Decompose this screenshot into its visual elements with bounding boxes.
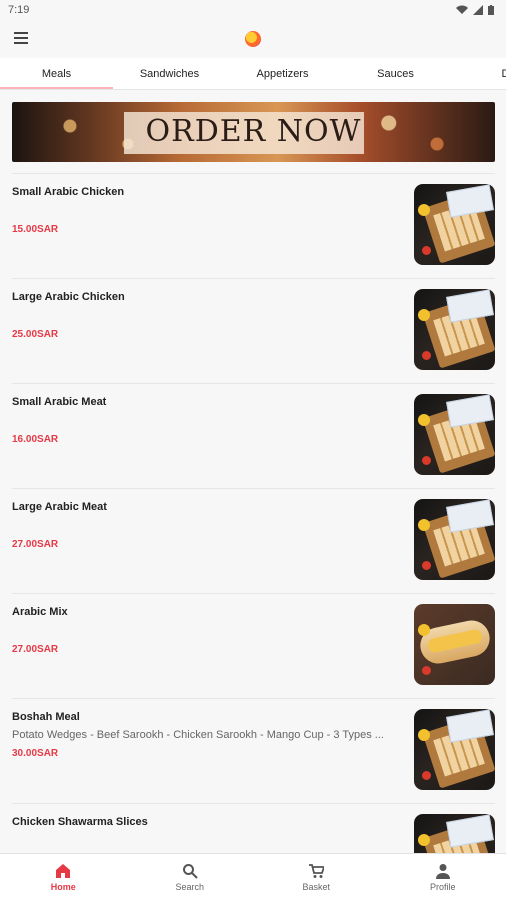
item-image bbox=[414, 499, 495, 580]
menu-item[interactable]: Large Arabic Chicken 25.00SAR bbox=[12, 279, 495, 383]
menu-item[interactable]: Arabic Mix 27.00SAR bbox=[12, 594, 495, 698]
status-time: 7:19 bbox=[8, 4, 30, 16]
item-price: 27.00SAR bbox=[12, 644, 59, 655]
item-price: 16.00SAR bbox=[12, 434, 59, 445]
basket-icon bbox=[309, 863, 325, 878]
tab-appetizers[interactable]: Appetizers bbox=[226, 58, 339, 89]
item-name: Boshah Meal bbox=[12, 711, 80, 723]
item-image bbox=[414, 394, 495, 475]
item-price: 27.00SAR bbox=[12, 539, 59, 550]
tab-sauces[interactable]: Sauces bbox=[339, 58, 452, 89]
item-name: Large Arabic Chicken bbox=[12, 291, 125, 303]
nav-profile[interactable]: Profile bbox=[380, 854, 506, 900]
item-image bbox=[414, 709, 495, 790]
item-image bbox=[414, 289, 495, 370]
nav-search[interactable]: Search bbox=[127, 854, 254, 900]
signal-icon bbox=[473, 5, 483, 15]
item-image bbox=[414, 184, 495, 265]
tab-meals[interactable]: Meals bbox=[0, 58, 113, 89]
menu-item[interactable]: Boshah Meal Potato Wedges - Beef Sarookh… bbox=[12, 699, 495, 803]
battery-icon bbox=[488, 5, 494, 15]
item-name: Large Arabic Meat bbox=[12, 501, 107, 513]
profile-icon bbox=[435, 863, 450, 879]
menu-item[interactable]: Small Arabic Chicken 15.00SAR bbox=[12, 174, 495, 278]
category-tabs: Meals Sandwiches Appetizers Sauces Dri bbox=[0, 58, 506, 90]
nav-search-label: Search bbox=[175, 881, 205, 892]
item-price: 25.00SAR bbox=[12, 329, 59, 340]
item-name: Small Arabic Meat bbox=[12, 396, 107, 408]
menu-item[interactable]: Large Arabic Meat 27.00SAR bbox=[12, 489, 495, 593]
item-name: Arabic Mix bbox=[12, 606, 68, 618]
wifi-icon bbox=[456, 5, 468, 14]
nav-basket-label: Basket bbox=[302, 881, 330, 892]
item-price: 15.00SAR bbox=[12, 224, 59, 235]
menu-item[interactable]: Chicken Shawarma Slices bbox=[12, 804, 495, 853]
nav-home-label: Home bbox=[50, 881, 76, 892]
nav-profile-label: Profile bbox=[429, 881, 456, 892]
app-bar bbox=[0, 20, 506, 56]
status-bar: 7:19 bbox=[0, 0, 506, 20]
app-logo bbox=[245, 31, 261, 47]
search-icon bbox=[182, 863, 198, 879]
order-now-banner[interactable]: ORDER NOW bbox=[12, 102, 495, 162]
bottom-navigation: Home Search Basket Profile bbox=[0, 853, 506, 900]
tab-sandwiches[interactable]: Sandwiches bbox=[113, 58, 226, 89]
nav-basket[interactable]: Basket bbox=[253, 854, 380, 900]
banner-text: ORDER NOW bbox=[145, 114, 362, 149]
status-icons bbox=[456, 5, 494, 15]
item-name: Small Arabic Chicken bbox=[12, 186, 125, 198]
item-price: 30.00SAR bbox=[12, 748, 59, 759]
item-name: Chicken Shawarma Slices bbox=[12, 816, 148, 828]
home-icon bbox=[56, 863, 71, 878]
item-description: Potato Wedges - Beef Sarookh - Chicken S… bbox=[12, 729, 384, 741]
item-image bbox=[414, 604, 495, 685]
tab-drinks[interactable]: Dri bbox=[452, 58, 506, 89]
menu-icon[interactable] bbox=[14, 29, 32, 47]
nav-home[interactable]: Home bbox=[0, 854, 127, 900]
menu-item[interactable]: Small Arabic Meat 16.00SAR bbox=[12, 384, 495, 488]
item-image bbox=[414, 814, 495, 853]
